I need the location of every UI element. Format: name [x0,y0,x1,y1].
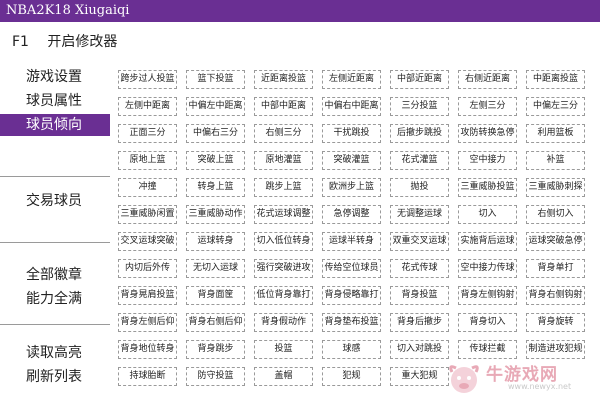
tendency-button[interactable]: 篮下投篮 [186,70,245,89]
tendency-button[interactable]: 中偏左中距离 [186,97,245,116]
tendency-button[interactable]: 背身侵略靠打 [322,286,381,305]
tendency-button[interactable]: 补篮 [526,151,585,170]
tendency-button[interactable]: 中偏右三分 [186,124,245,143]
tendency-button[interactable]: 背身单打 [526,259,585,278]
tendency-button[interactable]: 低位背身靠打 [254,286,313,305]
tendency-button[interactable]: 背身右侧钩射 [526,286,585,305]
sidebar-item-trade-players[interactable]: 交易球员 [0,190,110,212]
tendency-button[interactable]: 中部中距离 [254,97,313,116]
tendency-button[interactable]: 背身晃肩投篮 [118,286,177,305]
tendency-button[interactable]: 传球拦截 [458,340,517,359]
sidebar-divider [0,324,110,325]
tendency-button[interactable]: 双重交叉运球 [390,232,449,251]
tendency-grid: 跨步过人投篮 篮下投篮 近距离投篮 左侧近距离 中部近距离 右侧近距离 中距离投篮左侧中距离… [112,66,600,400]
tendency-button[interactable]: 后撤步跳投 [390,124,449,143]
tendency-button[interactable]: 背身左侧后仰 [118,313,177,332]
tendency-button[interactable]: 犯规 [322,367,381,386]
tendency-button[interactable]: 中偏左三分 [526,97,585,116]
tendency-button[interactable]: 中距离投篮 [526,70,585,89]
tendency-button[interactable]: 利用篮板 [526,124,585,143]
tendency-button[interactable]: 背身地位转身 [118,340,177,359]
tendency-button[interactable]: 背身右侧后仰 [186,313,245,332]
tendency-button[interactable]: 盖帽 [254,367,313,386]
tendency-button[interactable]: 防守投篮 [186,367,245,386]
tendency-button[interactable]: 右侧三分 [254,124,313,143]
sidebar-item-all-badges[interactable]: 全部徽章 [0,264,110,286]
tendency-button[interactable]: 背身切入 [458,313,517,332]
tendency-button[interactable]: 近距离投篮 [254,70,313,89]
tendency-button[interactable]: 制造进攻犯规 [526,340,585,359]
sidebar-item-refresh-list[interactable]: 刷新列表 [0,366,110,388]
tendency-button[interactable]: 欧洲步上篮 [322,178,381,197]
tendency-button[interactable]: 交叉运球突破 [118,232,177,251]
sidebar-item-max-abilities[interactable]: 能力全满 [0,288,110,310]
tendency-button[interactable]: 中偏右中距离 [322,97,381,116]
tendency-button[interactable]: 攻防转换急停 [458,124,517,143]
sidebar-item-game-settings[interactable]: 游戏设置 [0,66,110,88]
tendency-button[interactable]: 背身左侧钩射 [458,286,517,305]
tendency-button[interactable]: 背身假动作 [254,313,313,332]
tendency-button[interactable]: 三重威胁刺探 [526,178,585,197]
tendency-button[interactable]: 运球转身 [186,232,245,251]
tendency-button[interactable]: 背身垫布投篮 [322,313,381,332]
tendency-button[interactable]: 持球胎断 [118,367,177,386]
sidebar-item-read-highlight[interactable]: 读取高亮 [0,342,110,364]
tendency-button[interactable]: 球感 [322,340,381,359]
tendency-button[interactable]: 跳步上篮 [254,178,313,197]
enable-trainer-item[interactable]: 开启修改器 [47,34,117,50]
window-title: NBA2K18 Xiugaiqi [0,0,600,22]
tendency-button[interactable]: 转身上篮 [186,178,245,197]
tendency-button[interactable]: 右侧切入 [526,205,585,224]
tendency-button[interactable]: 花式灌篮 [390,151,449,170]
tendency-button[interactable]: 左侧三分 [458,97,517,116]
tendency-button[interactable]: 背身跳步 [186,340,245,359]
tendency-button[interactable]: 空中接力 [458,151,517,170]
hotkey-label: F1 [12,34,29,50]
tendency-button[interactable]: 冲撞 [118,178,177,197]
tendency-button[interactable]: 切入 [458,205,517,224]
tendency-button[interactable]: 正面三分 [118,124,177,143]
tendency-button[interactable]: 背身后撤步 [390,313,449,332]
tendency-button[interactable]: 花式传球 [390,259,449,278]
sidebar-item-player-attributes[interactable]: 球员属性 [0,90,110,112]
tendency-button[interactable]: 原地上篮 [118,151,177,170]
sidebar-item-player-tendencies[interactable]: 球员倾向 [0,114,110,136]
tendency-button[interactable]: 切入低位转身 [254,232,313,251]
menubar: F1 开启修改器 [0,22,600,62]
tendency-button[interactable]: 原地灌篮 [254,151,313,170]
tendency-button[interactable]: 三重威胁闲置 [118,205,177,224]
tendency-button[interactable]: 运球半转身 [322,232,381,251]
tendency-button[interactable]: 干扰跳投 [322,124,381,143]
tendency-button[interactable]: 无调整运球 [390,205,449,224]
tendency-button[interactable]: 左侧近距离 [322,70,381,89]
tendency-button[interactable]: 背身投篮 [390,286,449,305]
tendency-button[interactable]: 突破灌篮 [322,151,381,170]
tendency-button[interactable]: 切入对跳投 [390,340,449,359]
tendency-button[interactable]: 内切后外传 [118,259,177,278]
tendency-button[interactable]: 花式运球调整 [254,205,313,224]
sidebar-divider [0,242,110,243]
tendency-button[interactable]: 突破上篮 [186,151,245,170]
tendency-button[interactable]: 强行突破进攻 [254,259,313,278]
tendency-button[interactable]: 右侧近距离 [458,70,517,89]
tendency-button[interactable]: 三重威胁动作 [186,205,245,224]
tendency-button[interactable]: 急停调整 [322,205,381,224]
tendency-button[interactable]: 左侧中距离 [118,97,177,116]
tendency-button[interactable]: 实施背后运球 [458,232,517,251]
tendency-button[interactable]: 运球突破急停 [526,232,585,251]
tendency-button[interactable]: 传给空位球员 [322,259,381,278]
tendency-button[interactable]: 跨步过人投篮 [118,70,177,89]
sidebar: 游戏设置 球员属性 球员倾向 交易球员 全部徽章 能力全满 读取高亮 刷新列表 [0,62,110,400]
tendency-button[interactable]: 投篮 [254,340,313,359]
tendency-button[interactable]: 背身旋转 [526,313,585,332]
tendency-button[interactable]: 重大犯规 [390,367,449,386]
tendency-button[interactable]: 背身面筐 [186,286,245,305]
tendency-button[interactable]: 无切入运球 [186,259,245,278]
tendency-button[interactable]: 抛投 [390,178,449,197]
tendency-button[interactable]: 三分投篮 [390,97,449,116]
tendency-button[interactable]: 中部近距离 [390,70,449,89]
tendency-button[interactable]: 三重威胁投篮 [458,178,517,197]
sidebar-divider [0,176,110,177]
tendency-button[interactable]: 空中接力传球 [458,259,517,278]
